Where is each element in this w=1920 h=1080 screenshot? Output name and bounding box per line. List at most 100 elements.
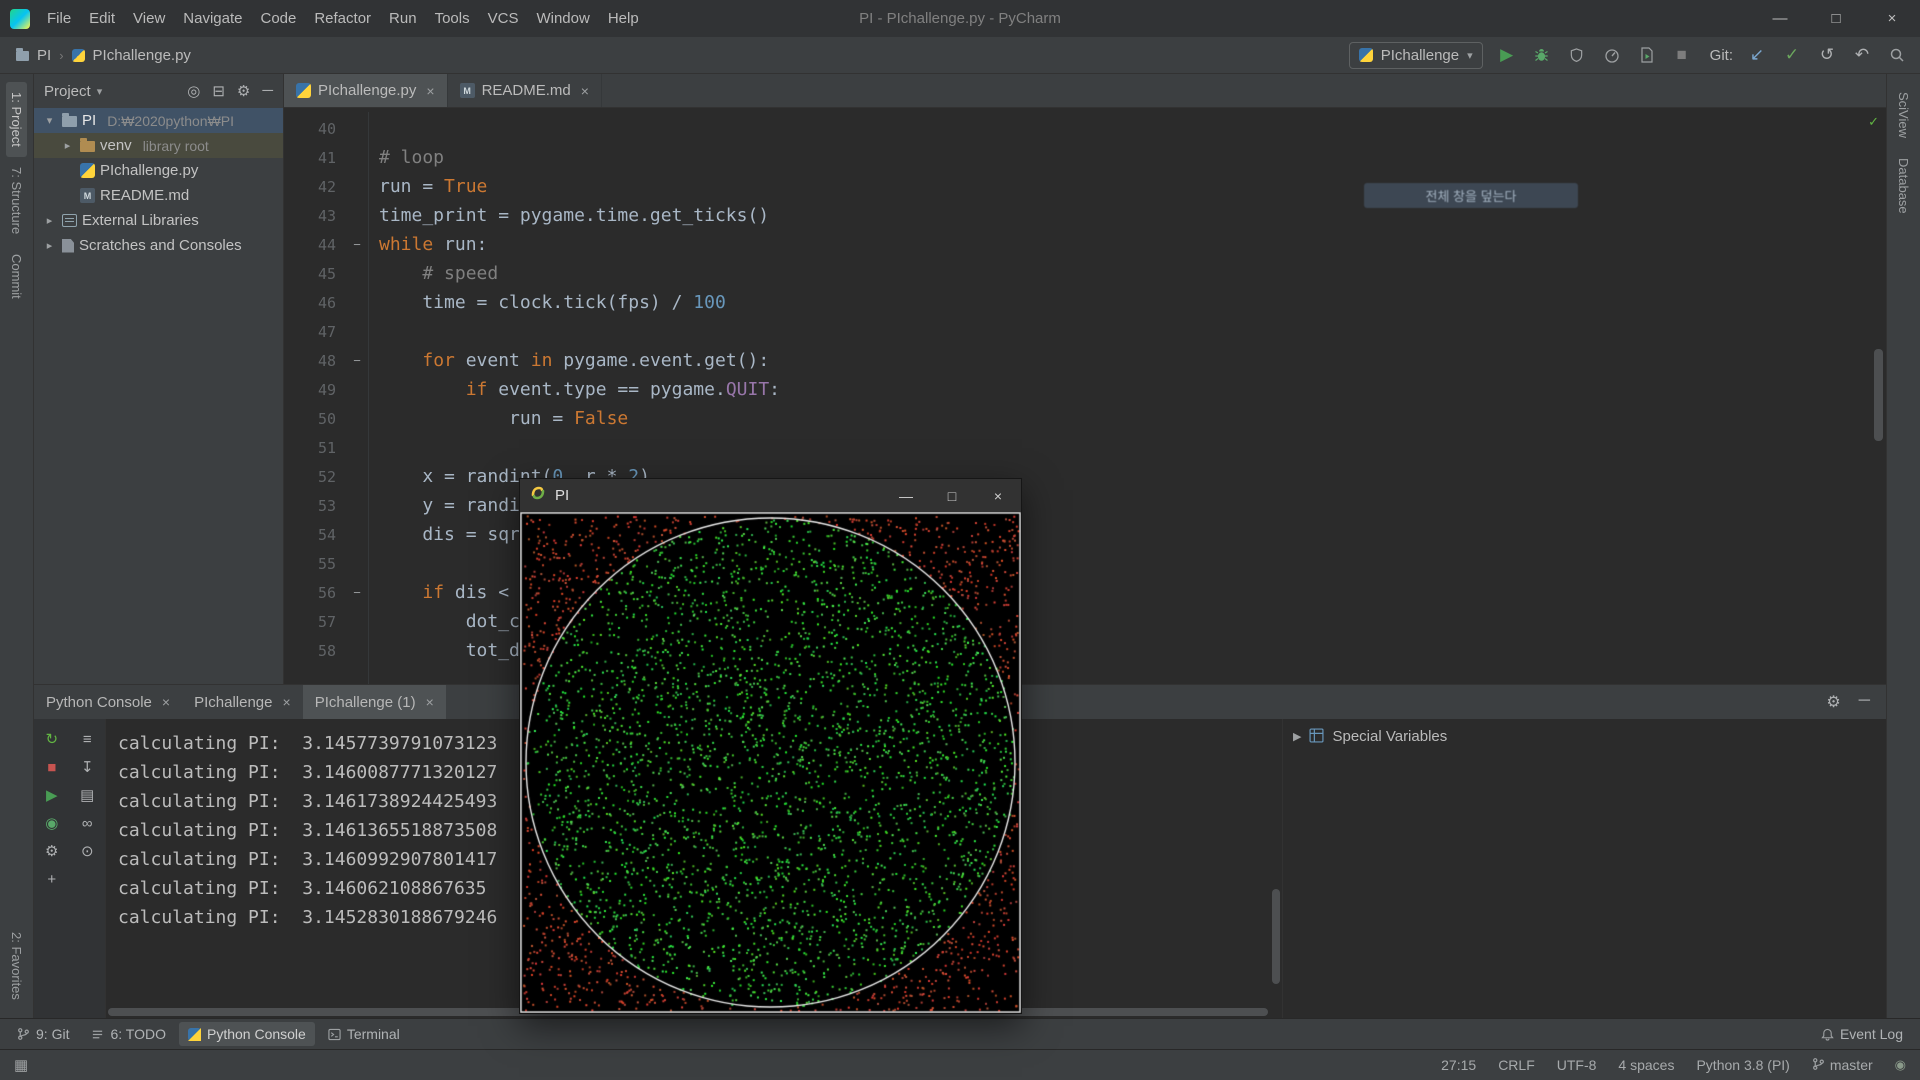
stop-icon[interactable]: ■ — [34, 755, 70, 779]
pygame-window[interactable]: PI — □ × — [519, 478, 1022, 1014]
menu-item-file[interactable]: File — [38, 6, 80, 31]
menu-item-help[interactable]: Help — [599, 6, 648, 31]
toolwindow-button-6-todo[interactable]: 6: TODO — [82, 1022, 175, 1046]
profiler-button[interactable] — [1601, 47, 1623, 63]
inspections-ok-icon[interactable]: ✓ — [1868, 114, 1879, 130]
menu-item-view[interactable]: View — [124, 6, 174, 31]
breadcrumb-file[interactable]: PIchallenge.py — [93, 47, 191, 64]
tree-item-scratches-and-consoles[interactable]: ▸Scratches and Consoles — [34, 233, 283, 258]
close-icon[interactable]: × — [1864, 0, 1920, 37]
search-everywhere-icon[interactable] — [1886, 47, 1908, 63]
toolwindow-button-9-git[interactable]: 9: Git — [8, 1022, 78, 1046]
toolwindow-button-python-console[interactable]: Python Console — [179, 1022, 315, 1046]
project-panel-title[interactable]: Project — [44, 83, 91, 100]
status-item-utf-8[interactable]: UTF-8 — [1557, 1057, 1597, 1073]
menu-item-refactor[interactable]: Refactor — [305, 6, 380, 31]
editor-tab-pichallenge-py[interactable]: PIchallenge.py× — [284, 74, 448, 107]
special-variables-label[interactable]: Special Variables — [1332, 728, 1447, 745]
stripe-button-7-structure[interactable]: 7: Structure — [6, 157, 27, 244]
git-commit-button[interactable]: ✓ — [1781, 45, 1803, 65]
close-tab-icon[interactable]: × — [581, 83, 589, 99]
debug-icon[interactable]: ◉ — [34, 811, 70, 835]
chevron-collapsed-icon[interactable]: ▸ — [42, 214, 57, 227]
menu-item-navigate[interactable]: Navigate — [174, 6, 251, 31]
status-item-crlf[interactable]: CRLF — [1498, 1057, 1535, 1073]
toolwindow-toggle-icon[interactable]: ▦ — [14, 1056, 28, 1074]
locate-file-icon[interactable]: ◎ — [187, 82, 200, 100]
close-tab-icon[interactable]: × — [426, 694, 434, 710]
breadcrumb-project[interactable]: PI — [37, 47, 51, 64]
tree-item-pichallenge-py[interactable]: PIchallenge.py — [34, 158, 283, 183]
run-configuration-select[interactable]: PIchallenge ▾ — [1349, 42, 1483, 69]
soft-wrap-icon[interactable]: ∞ — [70, 811, 106, 835]
menu-item-window[interactable]: Window — [527, 6, 598, 31]
pygame-minimize-icon[interactable]: — — [883, 479, 929, 512]
maximize-icon[interactable]: □ — [1808, 0, 1864, 37]
menu-item-code[interactable]: Code — [251, 6, 305, 31]
menu-item-run[interactable]: Run — [380, 6, 426, 31]
run-with-console-button[interactable] — [1636, 47, 1658, 63]
status-item-python-3-8-pi[interactable]: Python 3.8 (PI) — [1696, 1057, 1789, 1073]
run-settings-gear-icon[interactable]: ⚙ — [1826, 692, 1840, 712]
status-item-27-15[interactable]: 27:15 — [1441, 1057, 1476, 1073]
rerun-icon[interactable]: ↻ — [34, 727, 70, 751]
stripe-button-2-favorites[interactable]: 2: Favorites — [6, 922, 27, 1010]
pygame-titlebar[interactable]: PI — □ × — [520, 479, 1021, 512]
stripe-button-database[interactable]: Database — [1893, 148, 1914, 224]
git-rollback-button[interactable]: ↶ — [1851, 45, 1873, 65]
run-icon[interactable]: ▶ — [34, 783, 70, 807]
gear-icon[interactable]: ⚙ — [237, 82, 250, 100]
print-icon[interactable]: ▤ — [70, 783, 106, 807]
run-tab-python-console[interactable]: Python Console× — [34, 685, 182, 719]
close-tab-icon[interactable]: × — [283, 694, 291, 710]
chevron-collapsed-icon[interactable]: ▸ — [60, 139, 75, 152]
editor-scrollbar[interactable] — [1874, 349, 1883, 441]
scroll-to-end-icon[interactable]: ↧ — [70, 755, 106, 779]
run-minimize-icon[interactable]: ─ — [1859, 692, 1870, 712]
add-icon[interactable]: + — [34, 867, 70, 891]
hide-panel-icon[interactable]: ─ — [262, 82, 273, 100]
restore-layout-icon[interactable]: ≡ — [70, 727, 106, 751]
tree-item-external-libraries[interactable]: ▸External Libraries — [34, 208, 283, 233]
fold-marker-icon[interactable]: − — [346, 237, 368, 252]
menu-item-vcs[interactable]: VCS — [479, 6, 528, 31]
git-history-button[interactable]: ↺ — [1816, 45, 1838, 65]
status-item-4-spaces[interactable]: 4 spaces — [1618, 1057, 1674, 1073]
fold-marker-icon[interactable]: − — [346, 585, 368, 600]
stop-button[interactable]: ■ — [1671, 45, 1693, 65]
run-tab-pichallenge[interactable]: PIchallenge× — [182, 685, 303, 719]
pygame-close-icon[interactable]: × — [975, 479, 1021, 512]
stripe-button-1-project[interactable]: 1: Project — [6, 82, 27, 157]
pygame-maximize-icon[interactable]: □ — [929, 479, 975, 512]
menu-item-edit[interactable]: Edit — [80, 6, 124, 31]
stripe-button-commit[interactable]: Commit — [6, 244, 27, 309]
collapse-all-icon[interactable]: ⊟ — [212, 82, 225, 100]
tree-item-pi[interactable]: ▾PID:₩2020python₩PI — [34, 108, 283, 133]
toolwindow-button-event-log[interactable]: Event Log — [1812, 1022, 1912, 1046]
tree-item-readme-md[interactable]: README.md — [34, 183, 283, 208]
line-number: 41 — [284, 149, 346, 167]
inspection-profile-icon[interactable]: ◉ — [1895, 1057, 1906, 1073]
close-tab-icon[interactable]: × — [426, 83, 434, 99]
settings-icon[interactable]: ⚙ — [34, 839, 70, 863]
run-tab-pichallenge-1[interactable]: PIchallenge (1)× — [303, 685, 446, 719]
fold-marker-icon[interactable]: − — [346, 353, 368, 368]
tree-item-venv[interactable]: ▸venvlibrary root — [34, 133, 283, 158]
console-vertical-scrollbar[interactable] — [1272, 889, 1280, 984]
editor-tab-readme-md[interactable]: README.md× — [448, 74, 602, 107]
minimize-icon[interactable]: — — [1752, 0, 1808, 37]
chevron-collapsed-icon[interactable]: ▸ — [42, 239, 57, 252]
run-button[interactable]: ▶ — [1496, 45, 1518, 65]
debug-button[interactable] — [1531, 47, 1553, 63]
menu-item-tools[interactable]: Tools — [426, 6, 479, 31]
chevron-right-icon[interactable]: ▶ — [1293, 730, 1301, 743]
toolwindow-button-terminal[interactable]: Terminal — [319, 1022, 409, 1046]
chevron-expanded-icon[interactable]: ▾ — [42, 114, 57, 127]
git-branch-widget[interactable]: master — [1812, 1057, 1873, 1074]
close-tab-icon[interactable]: × — [162, 694, 170, 710]
git-update-button[interactable]: ↙ — [1746, 45, 1768, 65]
stripe-button-sciview[interactable]: SciView — [1893, 82, 1914, 148]
coverage-button[interactable] — [1566, 47, 1588, 63]
timestamps-icon[interactable]: ⊙ — [70, 839, 106, 863]
tree-item-label: PI — [82, 112, 96, 129]
